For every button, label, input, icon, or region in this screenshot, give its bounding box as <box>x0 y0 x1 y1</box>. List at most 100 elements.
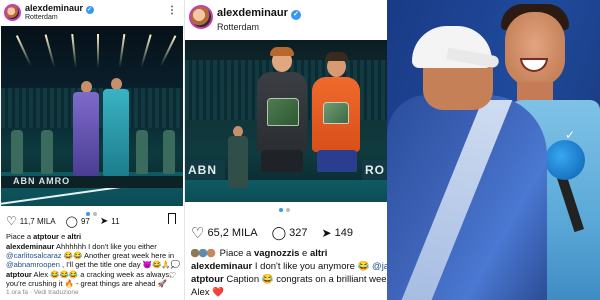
small-heart-icon[interactable]: ♡ <box>169 271 176 280</box>
light-beam <box>15 35 33 67</box>
liked-by-and: e <box>302 248 308 259</box>
ball-kid-figure <box>41 130 53 174</box>
verified-badge-icon: ✓ <box>85 6 94 14</box>
comment-icon: ◯ <box>65 215 78 228</box>
mention-link[interactable]: @carlitosalcaraz <box>6 251 62 260</box>
celebration-photo[interactable]: ✓ <box>387 0 600 300</box>
comment-button[interactable]: ◯ 97 <box>66 215 90 228</box>
share-button[interactable]: ➤ 11 <box>100 216 120 227</box>
verified-badge-icon: ✓ <box>290 10 301 20</box>
light-beam <box>140 34 152 68</box>
light-beam <box>118 34 126 68</box>
court-floor <box>185 180 387 202</box>
trophy-plate <box>323 102 349 124</box>
sponsor-banner: ABN AMRO <box>1 176 183 188</box>
post-1-comment-line-2: you're crushing it 🔥 - great things are … <box>6 279 167 288</box>
post-time: 1 ora fa <box>6 289 29 296</box>
share-icon: ➤ <box>99 215 109 227</box>
sponsor-text-left: ABN <box>188 163 217 177</box>
post-2-liked-by: Piace a vagnozzis e altri <box>191 248 327 259</box>
comment-username[interactable]: atptour <box>191 274 224 285</box>
light-beam <box>71 33 77 69</box>
share-icon: ➤ <box>321 226 332 240</box>
see-translation-link[interactable]: Vedi traduzione <box>34 289 79 296</box>
light-beam <box>97 34 99 68</box>
caption-username[interactable]: alexdeminaur <box>191 261 252 272</box>
comment-text: Caption 😂 congrats on a brilliant wee <box>226 274 387 285</box>
share-count: 149 <box>334 227 353 239</box>
post-2-location[interactable]: Rotterdam <box>217 22 259 32</box>
post-2-avatar[interactable] <box>189 5 213 29</box>
caption-text-3: , I'll get the title one day 😈😂🙏💭 <box>62 260 181 269</box>
liked-by-and: e <box>61 232 66 241</box>
caption-username[interactable]: alexdeminaur <box>6 242 54 251</box>
sponsor-board-right: RO <box>362 160 387 180</box>
liked-by-others[interactable]: altri <box>67 232 81 241</box>
mention-link[interactable]: @jar <box>372 261 387 272</box>
share-button[interactable]: ➤ 149 <box>322 226 353 240</box>
comment-text-2: you're crushing it 🔥 - great things are … <box>6 279 168 288</box>
post-1-caption-line-1: alexdeminaur Ahhhhhh I don't like you ei… <box>6 242 157 251</box>
smiling-player-face <box>505 12 565 86</box>
liked-by-prefix: Piace a <box>6 232 32 241</box>
bookmark-icon[interactable] <box>168 213 176 224</box>
carousel-pager <box>279 208 290 212</box>
post-2-photo[interactable]: ABN RO <box>185 40 387 202</box>
comment-username[interactable]: atptour <box>6 270 32 279</box>
heart-icon: ♡ <box>191 225 205 242</box>
post-1-username[interactable]: alexdeminaur ✓ <box>25 3 94 14</box>
liked-by-user[interactable]: vagnozzis <box>254 248 299 259</box>
liked-by-avatars <box>191 248 217 258</box>
comment-icon: ◯ <box>271 225 287 240</box>
player-hair <box>270 47 294 56</box>
post-1-location[interactable]: Rotterdam <box>25 14 58 21</box>
sponsor-banner-text: ABN AMRO <box>13 176 71 186</box>
post-1-action-bar: ♡ 11,7 MILA ◯ 97 ➤ 11 <box>6 214 130 228</box>
instagram-post-1: alexdeminaur ✓ Rotterdam ⋮ ABN AMRO ♡ 11… <box>0 0 184 300</box>
post-1-meta: 1 ora fa · Vedi traduzione <box>6 289 79 296</box>
post-2-comment: atptour Caption 😂 congrats on a brillian… <box>191 274 387 285</box>
like-button[interactable]: ♡ 65,2 MILA <box>191 224 258 242</box>
comment-text-1: Alex 😂😂😂 a cracking week as always, <box>33 270 172 279</box>
carousel-pager <box>86 212 97 216</box>
comment-count: 327 <box>289 227 308 239</box>
post-1-caption-line-3: @abnamroopen , I'll get the title one da… <box>6 260 180 269</box>
microphone-icon <box>545 140 585 180</box>
liked-by-user[interactable]: atptour <box>33 232 59 241</box>
post-1-header: alexdeminaur ✓ Rotterdam ⋮ <box>0 0 184 26</box>
caption-text-1: Ahhhhhh I don't like you either <box>56 242 157 251</box>
comment-text-2: Alex ❤️ <box>191 287 224 298</box>
ball-kid-figure <box>11 130 23 174</box>
like-count: 11,7 MILA <box>19 216 56 226</box>
like-button[interactable]: ♡ 11,7 MILA <box>6 214 56 228</box>
post-2-username-text[interactable]: alexdeminaur <box>217 7 288 19</box>
caption-text: I don't like you anymore 😂 <box>254 261 370 272</box>
post-2-username[interactable]: alexdeminaur ✓ <box>217 7 301 20</box>
player-shorts <box>317 150 357 172</box>
player-figure-teal <box>103 89 129 176</box>
comment-button[interactable]: ◯ 327 <box>272 225 308 241</box>
caption-text-2: 😂😂 Another great week here in <box>63 251 175 260</box>
heart-icon: ♡ <box>6 214 17 228</box>
post-1-avatar[interactable] <box>4 4 21 21</box>
post-1-liked-by: Piace a atptour e altri <box>6 232 81 241</box>
trophy-plate <box>267 98 299 126</box>
instagram-post-2: alexdeminaur ✓ Rotterdam ABN RO ♡ 65,2 M… <box>184 0 387 300</box>
ball-kid-figure <box>163 130 175 174</box>
post-1-username-text[interactable]: alexdeminaur <box>25 3 83 13</box>
liked-by-others[interactable]: altri <box>310 248 327 259</box>
mention-link[interactable]: @abnamroopen <box>6 260 60 269</box>
comment-count: 97 <box>80 216 90 226</box>
player-shorts <box>261 150 303 172</box>
sponsor-text-right: RO <box>365 163 385 177</box>
post-2-action-bar: ♡ 65,2 MILA ◯ 327 ➤ 149 <box>191 224 363 242</box>
post-1-caption-line-2: @carlitosalcaraz 😂😂 Another great week h… <box>6 251 174 260</box>
share-count: 11 <box>111 216 120 226</box>
player-hair <box>325 52 348 61</box>
post-1-photo[interactable]: ABN AMRO <box>1 26 183 206</box>
more-options-icon[interactable]: ⋮ <box>167 5 178 16</box>
ball-kid-figure <box>228 136 248 188</box>
light-beam <box>159 35 177 67</box>
player-figure-purple <box>73 92 99 176</box>
post-2-header: alexdeminaur ✓ Rotterdam <box>185 0 387 40</box>
